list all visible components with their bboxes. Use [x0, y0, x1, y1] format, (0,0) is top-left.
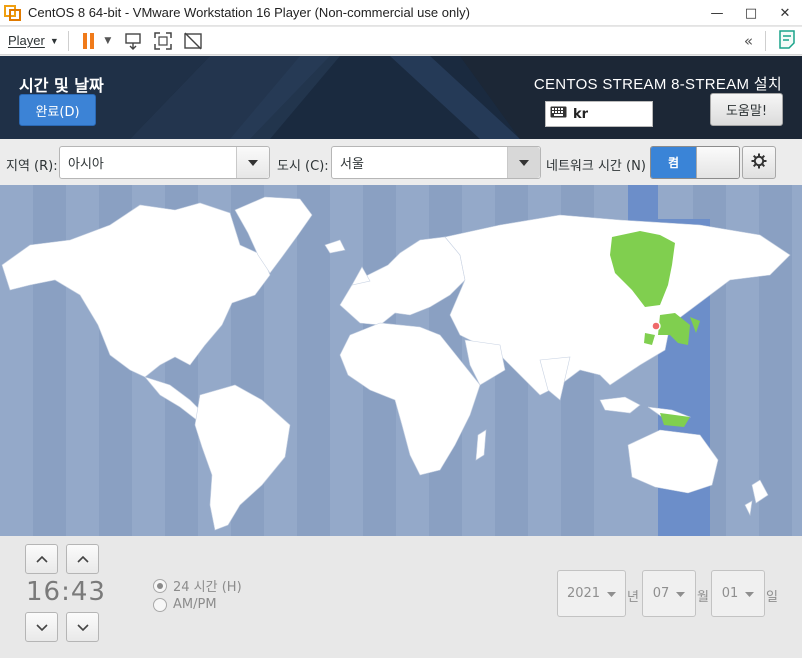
vmware-app-icon: [4, 4, 22, 22]
month-value: 07: [652, 586, 670, 601]
region-value: 아시아: [68, 157, 104, 172]
spoke-title: 시간 및 날짜: [19, 76, 104, 95]
network-time-label: 네트워크 시간 (N): [546, 159, 646, 174]
maximize-button[interactable]: □: [734, 0, 768, 26]
minutes-value: 43: [70, 577, 106, 607]
send-ctrl-alt-del-icon[interactable]: [122, 30, 144, 52]
format-24h-label: 24 시간 (H): [173, 580, 242, 595]
window-titlebar: CentOS 8 64-bit - VMware Workstation 16 …: [0, 0, 802, 26]
year-value: 2021: [566, 586, 601, 601]
chevron-down-icon: [76, 620, 89, 635]
gear-icon: [751, 153, 767, 173]
done-button[interactable]: 완료(D): [19, 94, 96, 126]
window-title: CentOS 8 64-bit - VMware Workstation 16 …: [28, 5, 470, 20]
year-unit: 년: [627, 590, 639, 605]
city-label: 도시 (C):: [277, 159, 329, 174]
player-menu-label: Player: [8, 33, 45, 48]
hour-down-button[interactable]: [25, 612, 58, 642]
location-bar: 지역 (R): 아시아 도시 (C): 서울 네트워크 시간 (N) 켬: [0, 139, 802, 185]
collapse-icon[interactable]: «: [744, 32, 753, 50]
unity-icon[interactable]: [182, 30, 204, 52]
help-button[interactable]: 도움말!: [710, 93, 783, 126]
time-display: 16:43: [26, 577, 106, 607]
radio-24h[interactable]: [153, 578, 167, 593]
time-separator: :: [61, 577, 71, 607]
pause-icon[interactable]: [78, 30, 100, 52]
radio-ampm[interactable]: [153, 597, 167, 612]
player-menu[interactable]: Player ▼: [8, 33, 59, 48]
product-title: CENTOS STREAM 8-STREAM 설치: [533, 76, 782, 93]
pause-dropdown-icon[interactable]: ▼: [102, 30, 114, 52]
format-24h-option[interactable]: 24 시간 (H): [153, 576, 242, 595]
ntp-config-button[interactable]: [742, 146, 776, 179]
chevron-down-icon: [35, 620, 48, 635]
timezone-map[interactable]: [0, 185, 802, 536]
spoke-header: 시간 및 날짜 완료(D) CENTOS STREAM 8-STREAM 설치 …: [0, 56, 802, 139]
toolbar-divider: [765, 31, 766, 51]
chevron-down-icon: [236, 147, 269, 178]
city-value: 서울: [340, 157, 364, 172]
hour-up-button[interactable]: [25, 544, 58, 574]
chevron-down-icon: [676, 586, 686, 601]
world-map-graphic[interactable]: [0, 185, 802, 536]
switch-knob: [696, 147, 739, 178]
notes-icon[interactable]: [778, 29, 796, 53]
city-combobox[interactable]: 서울: [331, 146, 541, 179]
month-unit: 월: [697, 590, 709, 605]
hours-value: 16: [26, 577, 62, 607]
vmware-toolbar: Player ▼ ▼ «: [0, 27, 802, 55]
keyboard-layout-label: kr: [573, 106, 589, 122]
chevron-down-icon: [507, 147, 540, 178]
day-value: 01: [721, 586, 739, 601]
chevron-down-icon: ▼: [49, 35, 59, 46]
network-time-switch[interactable]: 켬: [650, 146, 740, 179]
month-combobox[interactable]: 07: [642, 570, 696, 617]
keyboard-icon: [550, 106, 567, 122]
region-combobox[interactable]: 아시아: [59, 146, 270, 179]
keyboard-layout-indicator[interactable]: kr: [545, 101, 653, 127]
format-ampm-option[interactable]: AM/PM: [153, 597, 217, 612]
fullscreen-icon[interactable]: [152, 30, 174, 52]
year-combobox[interactable]: 2021: [557, 570, 626, 617]
day-unit: 일: [766, 590, 778, 605]
minute-up-button[interactable]: [66, 544, 99, 574]
close-button[interactable]: ✕: [768, 0, 802, 26]
chevron-down-icon: [745, 586, 755, 601]
time-date-panel: 16:43 24 시간 (H) AM/PM 2021 년 07 월 01 일: [0, 536, 802, 658]
format-ampm-label: AM/PM: [173, 597, 217, 612]
minute-down-button[interactable]: [66, 612, 99, 642]
toolbar-divider: [67, 30, 69, 51]
city-marker[interactable]: [651, 321, 661, 331]
region-label: 지역 (R):: [6, 159, 58, 174]
chevron-up-icon: [35, 552, 48, 567]
chevron-down-icon: [607, 586, 617, 601]
chevron-up-icon: [76, 552, 89, 567]
minimize-button[interactable]: —: [700, 0, 734, 26]
network-time-state: 켬: [651, 147, 696, 178]
day-combobox[interactable]: 01: [711, 570, 765, 617]
header-background-art: [0, 56, 802, 139]
